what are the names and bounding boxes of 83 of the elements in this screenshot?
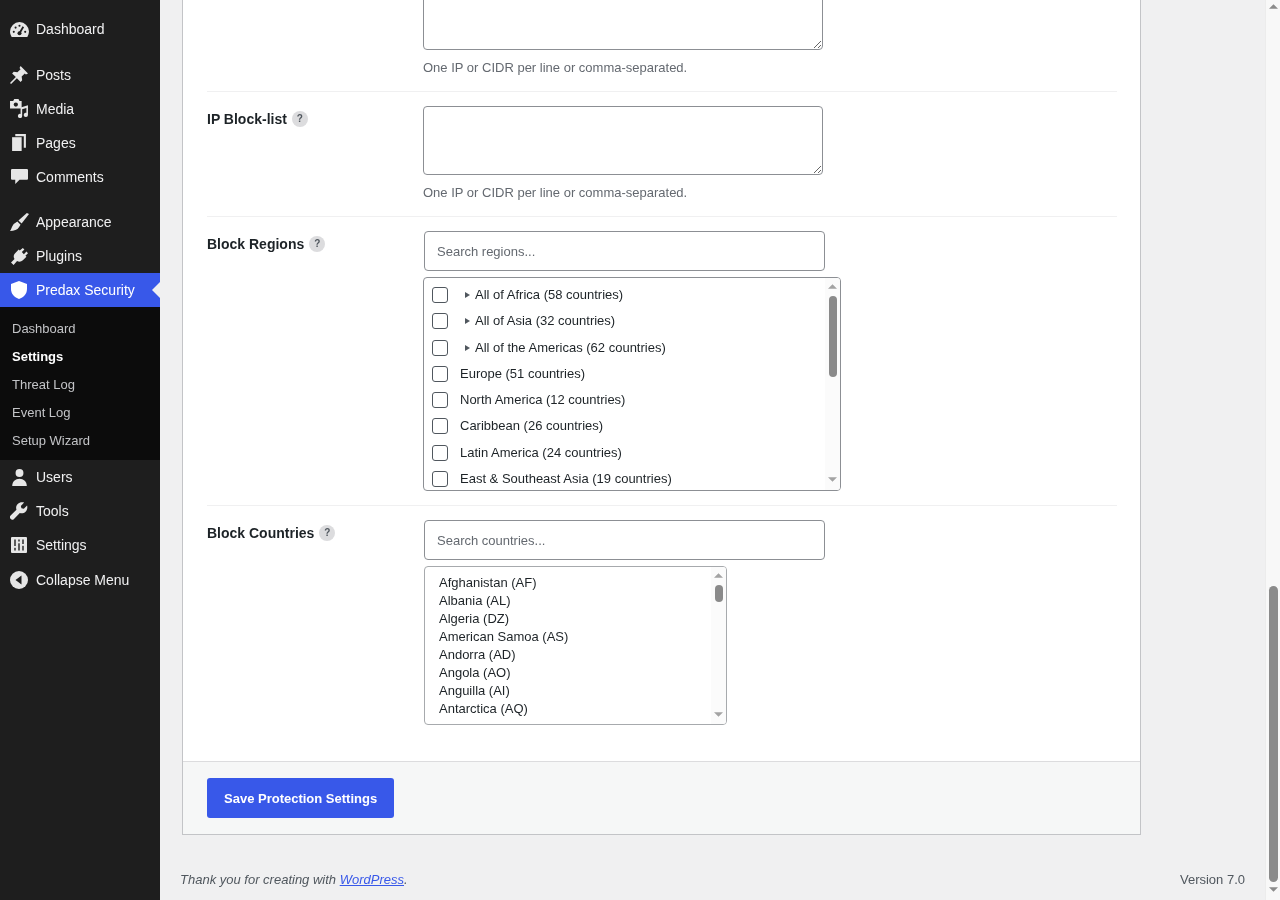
- checkbox[interactable]: [432, 392, 448, 409]
- country-option[interactable]: Angola (AO): [437, 664, 513, 682]
- textarea-field[interactable]: [423, 0, 823, 50]
- sidebar-item[interactable]: Media: [0, 91, 160, 126]
- submenu-item[interactable]: Event Log: [0, 398, 83, 426]
- scroll-down-icon[interactable]: [828, 477, 837, 482]
- help-button[interactable]: ?: [291, 111, 308, 127]
- region-label[interactable]: All of the Americas (62 countries): [475, 338, 666, 357]
- page-scrollbar[interactable]: [1265, 0, 1280, 900]
- collapse-button[interactable]: Collapse Menu: [0, 562, 160, 597]
- person-icon: [11, 468, 27, 486]
- country-option[interactable]: Albania (AL): [437, 592, 513, 610]
- speech-bubble-icon: [10, 169, 28, 184]
- country-option[interactable]: Algeria (DZ): [437, 610, 512, 628]
- scroll-up-icon[interactable]: [1268, 4, 1278, 9]
- field-label: IP Block-list: [207, 110, 287, 129]
- scroll-up-icon[interactable]: [828, 284, 837, 289]
- country-option[interactable]: Anguilla (AI): [437, 682, 512, 700]
- checkbox[interactable]: [432, 287, 448, 304]
- country-option[interactable]: American Samoa (AS): [437, 628, 571, 646]
- scrollbar-thumb[interactable]: [1268, 586, 1278, 882]
- help-button[interactable]: ?: [309, 236, 326, 252]
- region-label[interactable]: All of Africa (58 countries): [475, 286, 624, 305]
- search-field[interactable]: Search regions...: [424, 231, 825, 271]
- footer-credit: Thank you for creating with WordPress.: [180, 871, 408, 889]
- field-label: Block Countries: [207, 524, 315, 543]
- sidebar-item[interactable]: Settings: [0, 528, 160, 562]
- save-button[interactable]: Save Protection Settings: [207, 778, 395, 818]
- checkbox[interactable]: [432, 339, 448, 356]
- checkbox[interactable]: [432, 444, 448, 461]
- country-option[interactable]: Andorra (AD): [437, 646, 518, 664]
- documents-icon: [12, 134, 26, 151]
- shield-icon: [11, 281, 27, 299]
- country-option[interactable]: Antarctica (AQ): [437, 700, 530, 718]
- wrench-icon: [10, 502, 28, 520]
- checkbox[interactable]: [432, 470, 448, 487]
- scrollbar-thumb[interactable]: [828, 296, 837, 377]
- field-hint: One IP or CIDR per line or comma-separated.: [423, 59, 688, 77]
- sidebar-item[interactable]: Predax Security: [0, 273, 160, 307]
- pushpin-icon: [10, 65, 28, 84]
- submenu-item[interactable]: Settings: [0, 342, 76, 370]
- sidebar-item[interactable]: Comments: [0, 159, 160, 194]
- submenu-item[interactable]: Threat Log: [0, 370, 87, 398]
- sliders-icon: [11, 537, 27, 553]
- scrollbar-thumb[interactable]: [714, 585, 723, 602]
- scroll-down-icon[interactable]: [714, 712, 723, 717]
- search-field[interactable]: Search countries...: [424, 520, 825, 560]
- sidebar-item[interactable]: Plugins: [0, 239, 160, 273]
- region-label[interactable]: Caribbean (26 countries): [460, 417, 604, 436]
- scroll-up-icon[interactable]: [714, 573, 723, 578]
- field-hint: One IP or CIDR per line or comma-separated.: [423, 184, 688, 202]
- checkbox[interactable]: [432, 313, 448, 330]
- scrollbar[interactable]: [711, 567, 726, 724]
- plug-icon: [10, 247, 28, 265]
- region-label[interactable]: Europe (51 countries): [460, 364, 585, 383]
- field-label: Block Regions: [207, 235, 305, 254]
- checkbox[interactable]: [432, 365, 448, 382]
- sidebar-item[interactable]: Posts: [0, 57, 160, 92]
- gauge-icon: [9, 21, 29, 37]
- textarea-field[interactable]: [423, 106, 823, 175]
- sidebar-item[interactable]: Pages: [0, 125, 160, 160]
- sidebar-item[interactable]: Dashboard: [0, 12, 160, 46]
- sidebar-item[interactable]: Tools: [0, 494, 160, 528]
- region-label[interactable]: Latin America (24 countries): [460, 443, 622, 462]
- caret-icon: [465, 318, 470, 325]
- wordpress-link[interactable]: WordPress: [339, 872, 404, 887]
- caret-icon: [465, 292, 470, 299]
- help-button[interactable]: ?: [319, 525, 336, 541]
- version-text: Version 7.0: [1179, 871, 1245, 889]
- caret-icon: [465, 344, 470, 351]
- region-label[interactable]: All of Asia (32 countries): [475, 312, 616, 331]
- region-label[interactable]: North America (12 countries): [460, 391, 626, 410]
- sidebar-item[interactable]: Users: [0, 460, 160, 494]
- submenu-item[interactable]: Dashboard: [0, 314, 88, 342]
- paintbrush-icon: [9, 213, 29, 231]
- region-label[interactable]: East & Southeast Asia (19 countries): [460, 469, 672, 488]
- scroll-down-icon[interactable]: [1268, 887, 1278, 892]
- camera-note-icon: [10, 99, 28, 118]
- country-option[interactable]: Afghanistan (AF): [437, 574, 539, 592]
- submenu-item[interactable]: Setup Wizard: [0, 426, 103, 454]
- scrollbar[interactable]: [825, 278, 840, 490]
- sidebar-item[interactable]: Appearance: [0, 205, 160, 239]
- checkbox[interactable]: [432, 418, 448, 435]
